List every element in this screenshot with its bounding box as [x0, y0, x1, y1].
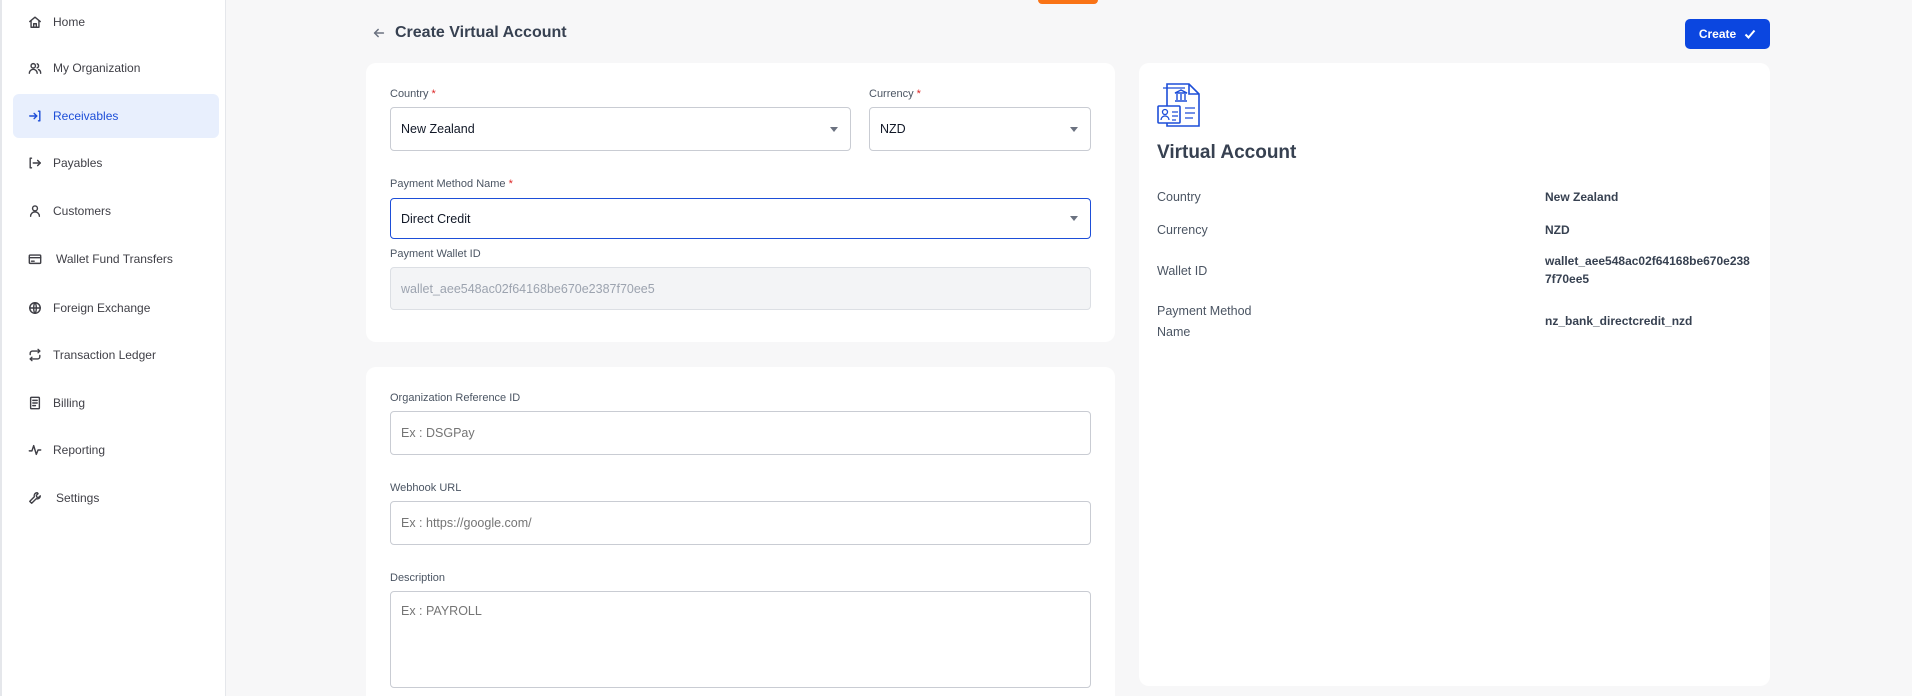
summary-title: Virtual Account — [1157, 142, 1297, 163]
receive-icon — [27, 108, 43, 124]
sidebar-item-label: My Organization — [53, 61, 141, 75]
repeat-icon — [27, 347, 43, 363]
sidebar-item-label: Wallet Fund Transfers — [56, 252, 173, 266]
wrench-icon — [27, 490, 43, 506]
create-button[interactable]: Create — [1685, 19, 1770, 49]
payment-method-label: Payment Method Name * — [390, 178, 513, 190]
globe-icon — [27, 300, 43, 316]
sidebar-item-receivables[interactable]: Receivables — [13, 94, 219, 138]
required-marker: * — [508, 178, 513, 190]
org-ref-label: Organization Reference ID — [390, 392, 521, 404]
sidebar-item-label: Settings — [56, 491, 100, 505]
currency-label-text: Currency — [869, 88, 914, 100]
user-icon — [27, 203, 43, 219]
sidebar-item-label: Billing — [53, 396, 86, 410]
sidebar-item-wallet-fund-transfers[interactable]: Wallet Fund Transfers — [13, 237, 219, 281]
sidebar-item-customers[interactable]: Customers — [13, 189, 219, 233]
sidebar-item-label: Receivables — [53, 109, 119, 123]
sidebar-item-label: Customers — [53, 204, 112, 218]
payment-method-label-text: Payment Method Name — [390, 178, 506, 190]
chevron-down-icon — [1070, 127, 1078, 132]
country-label: Country * — [390, 88, 436, 100]
activity-icon — [27, 442, 43, 458]
sidebar-item-label: Home — [53, 15, 86, 29]
summary-method-value: nz_bank_directcredit_nzd — [1545, 314, 1693, 328]
bank-document-icon — [1157, 83, 1200, 127]
pay-icon — [27, 155, 43, 171]
users-icon — [27, 60, 43, 76]
top-accent-bar — [1038, 0, 1098, 4]
summary-country-key: Country — [1157, 190, 1201, 204]
sidebar-item-my-organization[interactable]: My Organization — [13, 46, 219, 90]
country-label-text: Country — [390, 88, 429, 100]
sidebar-item-home[interactable]: Home — [13, 0, 219, 44]
sidebar-item-label: Payables — [53, 156, 103, 170]
sidebar: Home My Organization Receivables Payable… — [0, 0, 226, 696]
currency-label: Currency * — [869, 88, 921, 100]
summary-wallet-value: wallet_aee548ac02f64168be670e2387f70ee5 — [1545, 254, 1750, 286]
currency-value: NZD — [880, 122, 906, 136]
summary-method-key-line1: Payment Method — [1157, 304, 1252, 318]
wallet-icon — [27, 251, 43, 267]
payment-method-select[interactable]: Direct Credit — [390, 198, 1091, 239]
sidebar-item-transaction-ledger[interactable]: Transaction Ledger — [13, 333, 219, 377]
back-arrow-icon[interactable] — [372, 26, 388, 42]
country-value: New Zealand — [401, 122, 475, 136]
check-icon — [1744, 29, 1756, 39]
summary-currency-key: Currency — [1157, 223, 1208, 237]
required-marker: * — [431, 88, 436, 100]
chevron-down-icon — [830, 127, 838, 132]
summary-method-key-line2: Name — [1157, 325, 1191, 339]
summary-currency-value: NZD — [1545, 223, 1570, 237]
wallet-id-field: wallet_aee548ac02f64168be670e2387f70ee5 — [390, 267, 1091, 310]
description-label: Description — [390, 572, 446, 584]
sidebar-item-label: Foreign Exchange — [53, 301, 151, 315]
summary-country-value: New Zealand — [1545, 190, 1619, 204]
sidebar-item-label: Transaction Ledger — [53, 348, 156, 362]
wallet-id-label: Payment Wallet ID — [390, 248, 481, 260]
sidebar-item-reporting[interactable]: Reporting — [13, 428, 219, 472]
receipt-icon — [27, 395, 43, 411]
wallet-id-value: wallet_aee548ac02f64168be670e2387f70ee5 — [401, 281, 655, 296]
org-ref-input[interactable] — [390, 411, 1091, 455]
webhook-label: Webhook URL — [390, 482, 462, 494]
create-button-label: Create — [1698, 27, 1737, 41]
chevron-down-icon — [1070, 216, 1078, 221]
payment-method-value: Direct Credit — [401, 211, 471, 226]
sidebar-item-label: Reporting — [53, 443, 106, 457]
description-textarea[interactable] — [390, 591, 1091, 688]
sidebar-item-foreign-exchange[interactable]: Foreign Exchange — [13, 286, 219, 330]
page-title: Create Virtual Account — [395, 24, 567, 41]
sidebar-item-billing[interactable]: Billing — [13, 381, 219, 425]
currency-select[interactable]: NZD — [869, 107, 1091, 151]
sidebar-item-settings[interactable]: Settings — [13, 476, 219, 520]
summary-wallet-key: Wallet ID — [1157, 264, 1208, 278]
sidebar-item-payables[interactable]: Payables — [13, 141, 219, 185]
home-icon — [27, 14, 43, 30]
required-marker: * — [916, 88, 921, 100]
country-select[interactable]: New Zealand — [390, 107, 851, 151]
webhook-input[interactable] — [390, 501, 1091, 545]
